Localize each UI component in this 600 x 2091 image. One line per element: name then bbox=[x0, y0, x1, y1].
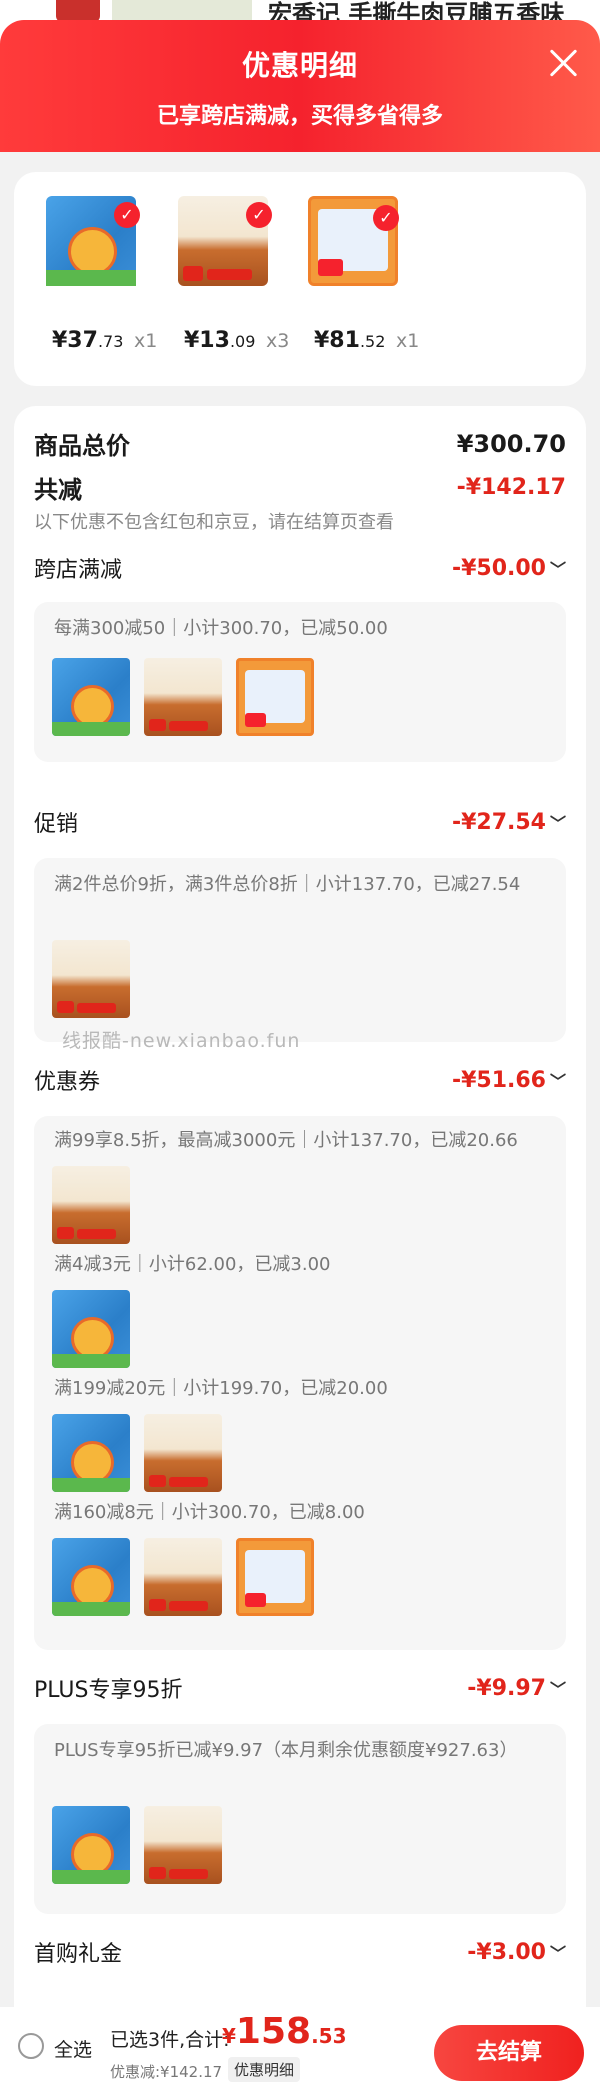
reduce-note: 以下优惠不包含红包和京豆，请在结算页查看 bbox=[34, 512, 394, 533]
product-thumbnail bbox=[52, 1538, 130, 1616]
chevron-down-icon: ﹀ bbox=[549, 813, 566, 833]
discount-breakdown-card: 商品总价 ¥300.70 共减 -¥142.17 以下优惠不包含红包和京豆，请在… bbox=[14, 406, 586, 2007]
promo-thumbs bbox=[52, 940, 130, 1018]
product-thumbnail bbox=[52, 1166, 130, 1244]
product-item[interactable]: ✓ ¥37.73 x1 bbox=[46, 196, 157, 353]
check-icon: ✓ bbox=[114, 202, 140, 228]
promo-desc: 满2件总价9折，满3件总价8折｜小计137.70，已减27.54 bbox=[54, 874, 521, 895]
sheet-subtitle: 已享跨店满减，买得多省得多 bbox=[156, 104, 443, 129]
product-quantity: x3 bbox=[266, 330, 290, 352]
plus-detail: PLUS专享95折已减¥9.97（本月剩余优惠额度¥927.63） bbox=[34, 1724, 566, 1914]
total-reduce-row: 共减 -¥142.17 bbox=[34, 470, 566, 505]
plus-thumbs bbox=[52, 1806, 222, 1884]
cross-store-row[interactable]: 跨店满减 -¥50.00 ﹀ bbox=[34, 552, 566, 584]
plus-row[interactable]: PLUS专享95折 -¥9.97 ﹀ bbox=[34, 1672, 566, 1704]
chevron-down-icon: ﹀ bbox=[549, 1071, 566, 1091]
coupon-value: -¥51.66 ﹀ bbox=[451, 1067, 566, 1093]
coupon-item-thumbs bbox=[52, 1166, 130, 1244]
coupon-row[interactable]: 优惠券 -¥51.66 ﹀ bbox=[34, 1064, 566, 1096]
sheet-title: 优惠明细 bbox=[241, 49, 358, 82]
product-quantity: x1 bbox=[134, 330, 158, 352]
chevron-down-icon: ﹀ bbox=[549, 1943, 566, 1963]
plus-value: -¥9.97 ﹀ bbox=[467, 1675, 566, 1701]
coupon-item-desc: 满4减3元｜小计62.00，已减3.00 bbox=[54, 1254, 331, 1275]
product-price: ¥37.73 bbox=[52, 328, 124, 353]
product-thumbnail bbox=[52, 658, 130, 736]
promo-row[interactable]: 促销 -¥27.54 ﹀ bbox=[34, 806, 566, 838]
total-price-value: ¥300.70 bbox=[456, 429, 566, 458]
watermark-text: 线报酷-new.xianbao.fun bbox=[62, 1030, 301, 1052]
coupon-item-desc: 满99享8.5折，最高减3000元｜小计137.70，已减20.66 bbox=[54, 1130, 518, 1151]
product-thumbnail bbox=[52, 940, 130, 1018]
product-image: ✓ bbox=[46, 196, 140, 286]
plus-desc: PLUS专享95折已减¥9.97（本月剩余优惠额度¥927.63） bbox=[54, 1740, 518, 1761]
coupon-item-thumbs bbox=[52, 1538, 314, 1616]
plus-label: PLUS专享95折 bbox=[34, 1678, 183, 1703]
check-icon: ✓ bbox=[373, 205, 399, 231]
product-thumbnail bbox=[144, 1414, 222, 1492]
coupon-item-thumbs bbox=[52, 1414, 222, 1492]
discount-detail-sheet: ✓ ¥37.73 x1 ✓ ¥13.09 x3 ✓ ¥81.52 x1 商品总价… bbox=[0, 152, 600, 2007]
background-logo-image bbox=[56, 0, 100, 22]
discount-detail-header: 优惠明细 已享跨店满减，买得多省得多 bbox=[0, 20, 600, 152]
cart-total: ¥158.53 bbox=[222, 2011, 347, 2052]
select-all-label[interactable]: 全选 bbox=[54, 2035, 92, 2062]
total-price-row: 商品总价 ¥300.70 bbox=[34, 426, 566, 461]
first-gift-label: 首购礼金 bbox=[34, 1942, 123, 1967]
chevron-down-icon: ﹀ bbox=[549, 1679, 566, 1699]
promo-label: 促销 bbox=[34, 812, 79, 837]
product-price: ¥81.52 bbox=[314, 328, 386, 353]
product-thumbnail bbox=[52, 1414, 130, 1492]
cross-store-thumbs bbox=[52, 658, 314, 736]
chevron-down-icon: ﹀ bbox=[549, 559, 566, 579]
close-icon[interactable] bbox=[548, 48, 578, 78]
product-item[interactable]: ✓ ¥81.52 x1 bbox=[308, 196, 419, 353]
first-gift-value: -¥3.00 ﹀ bbox=[467, 1939, 566, 1965]
select-all-radio[interactable] bbox=[18, 2033, 44, 2059]
product-price: ¥13.09 bbox=[184, 328, 256, 353]
product-thumbnail bbox=[52, 1806, 130, 1884]
cross-store-label: 跨店满减 bbox=[34, 558, 123, 583]
product-thumbnail bbox=[52, 1290, 130, 1368]
product-item[interactable]: ✓ ¥13.09 x3 bbox=[178, 196, 289, 353]
product-image: ✓ bbox=[178, 196, 272, 286]
saved-amount: 优惠减:¥142.17 bbox=[110, 2063, 223, 2081]
promo-value: -¥27.54 ﹀ bbox=[451, 809, 566, 835]
promo-detail: 满2件总价9折，满3件总价8折｜小计137.70，已减27.54 线报酷-new… bbox=[34, 858, 566, 1052]
product-thumbnail bbox=[236, 1538, 314, 1616]
product-thumbnail bbox=[144, 1806, 222, 1884]
total-reduce-value: -¥142.17 bbox=[456, 475, 566, 500]
cross-store-detail: 每满300减50｜小计300.70，已减50.00 bbox=[34, 602, 566, 762]
product-thumbnail bbox=[144, 1538, 222, 1616]
check-icon: ✓ bbox=[246, 202, 272, 228]
cross-store-value: -¥50.00 ﹀ bbox=[451, 555, 566, 581]
product-thumbnail bbox=[236, 658, 314, 736]
cross-store-desc: 每满300减50｜小计300.70，已减50.00 bbox=[54, 618, 388, 639]
first-gift-row[interactable]: 首购礼金 -¥3.00 ﹀ bbox=[34, 1936, 566, 1968]
coupon-detail: 满99享8.5折，最高减3000元｜小计137.70，已减20.66 满4减3元… bbox=[34, 1116, 566, 1650]
selected-products-card: ✓ ¥37.73 x1 ✓ ¥13.09 x3 ✓ ¥81.52 x1 bbox=[14, 172, 586, 386]
product-quantity: x1 bbox=[396, 330, 420, 352]
product-image: ✓ bbox=[308, 196, 399, 286]
checkout-button[interactable]: 去结算 bbox=[434, 2025, 584, 2081]
coupon-item-thumbs bbox=[52, 1290, 130, 1368]
coupon-item-desc: 满199减20元｜小计199.70，已减20.00 bbox=[54, 1378, 388, 1399]
checkout-bar: 全选 已选3件,合计: ¥158.53 优惠减:¥142.17 优惠明细 去结算 bbox=[0, 2007, 600, 2091]
product-thumbnail bbox=[144, 658, 222, 736]
coupon-label: 优惠券 bbox=[34, 1070, 101, 1095]
total-reduce-label: 共减 bbox=[34, 476, 82, 504]
selected-info: 已选3件,合计: bbox=[110, 2029, 230, 2051]
coupon-item-desc: 满160减8元｜小计300.70，已减8.00 bbox=[54, 1502, 365, 1523]
total-price-label: 商品总价 bbox=[34, 432, 130, 460]
discount-detail-link[interactable]: 优惠明细 bbox=[228, 2057, 301, 2082]
